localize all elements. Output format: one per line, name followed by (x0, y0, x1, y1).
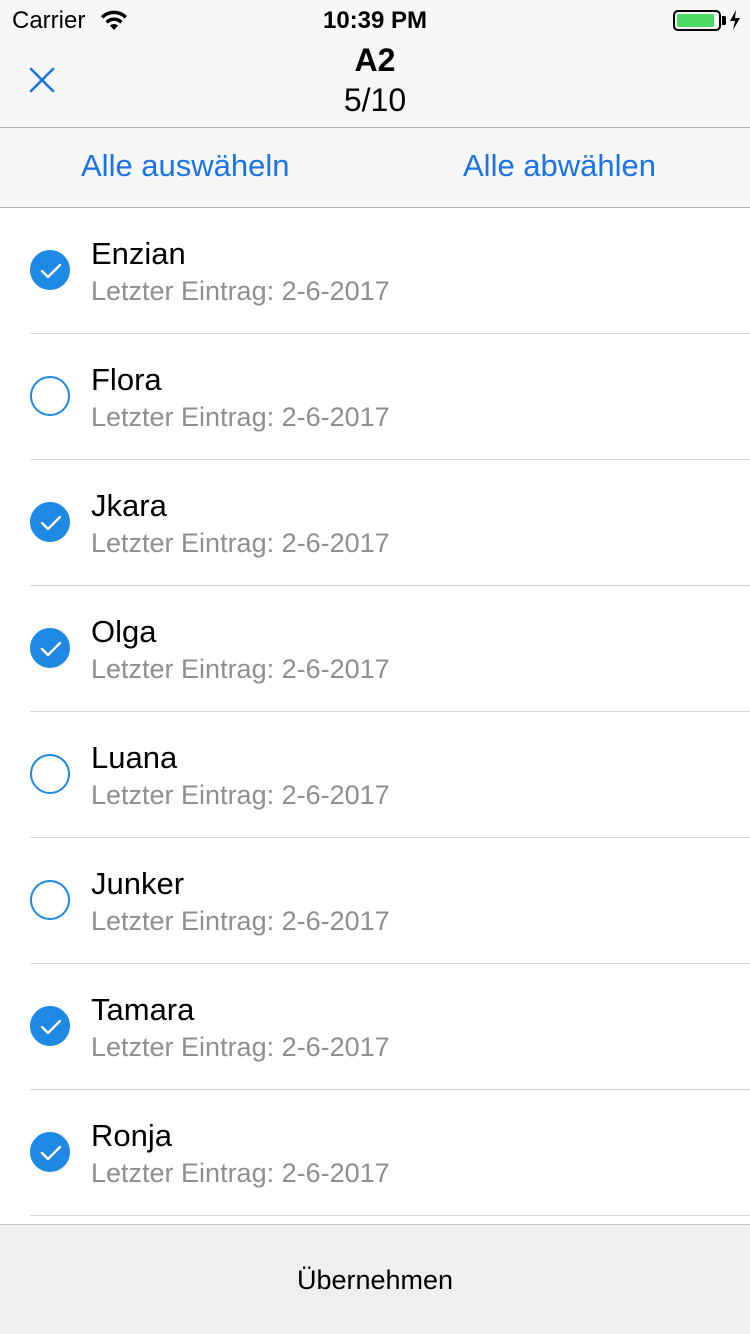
status-bar: Carrier 10:39 PM (0, 0, 750, 40)
checkmark-icon (40, 515, 62, 531)
item-name: Enzian (91, 236, 186, 271)
status-time: 10:39 PM (322, 7, 428, 34)
deselect-all-button[interactable]: Alle abwählen (463, 148, 656, 184)
checkmark-icon (40, 263, 62, 279)
list-item[interactable]: Ronja Letzter Eintrag: 2-6-2017 (0, 1090, 750, 1216)
item-name: Luana (91, 740, 178, 775)
unchecked-circle-icon[interactable] (30, 880, 70, 920)
item-name: Ronja (91, 1118, 172, 1153)
battery-tip (722, 16, 726, 25)
item-last-entry: Letzter Eintrag: 2-6-2017 (91, 1158, 390, 1188)
charging-bolt-icon (730, 10, 740, 30)
item-last-entry: Letzter Eintrag: 2-6-2017 (91, 654, 390, 684)
page-title: A2 (354, 42, 396, 78)
item-last-entry: Letzter Eintrag: 2-6-2017 (91, 528, 390, 558)
item-last-entry: Letzter Eintrag: 2-6-2017 (91, 906, 390, 936)
battery-level (677, 14, 714, 27)
list-item[interactable]: Olga Letzter Eintrag: 2-6-2017 (0, 586, 750, 712)
item-name: Olga (91, 614, 157, 649)
item-name: Junker (91, 866, 185, 901)
item-last-entry: Letzter Eintrag: 2-6-2017 (91, 780, 390, 810)
item-name: Jkara (91, 488, 167, 523)
checked-circle-icon[interactable] (30, 1006, 70, 1046)
list-item[interactable]: Junker Letzter Eintrag: 2-6-2017 (0, 838, 750, 964)
selection-toolbar: Alle auswäheln Alle abwählen (0, 128, 750, 208)
checkmark-icon (40, 641, 62, 657)
item-last-entry: Letzter Eintrag: 2-6-2017 (91, 1032, 390, 1062)
checkmark-icon (40, 1145, 62, 1161)
item-name: Flora (91, 362, 162, 397)
unchecked-circle-icon[interactable] (30, 754, 70, 794)
list-item[interactable]: Tamara Letzter Eintrag: 2-6-2017 (0, 964, 750, 1090)
item-name: Tamara (91, 992, 195, 1027)
checkmark-icon (40, 1019, 62, 1035)
apply-button[interactable]: Übernehmen (0, 1265, 750, 1296)
item-last-entry: Letzter Eintrag: 2-6-2017 (91, 402, 390, 432)
checked-circle-icon[interactable] (30, 502, 70, 542)
unchecked-circle-icon[interactable] (30, 376, 70, 416)
list-item[interactable]: Flora Letzter Eintrag: 2-6-2017 (0, 334, 750, 460)
item-list: Enzian Letzter Eintrag: 2-6-2017 Flora Letz… (0, 208, 750, 1216)
list-item[interactable]: Jkara Letzter Eintrag: 2-6-2017 (0, 460, 750, 586)
checked-circle-icon[interactable] (30, 250, 70, 290)
select-all-button[interactable]: Alle auswäheln (81, 148, 290, 184)
list-item[interactable]: Enzian Letzter Eintrag: 2-6-2017 (0, 208, 750, 334)
battery-icon (673, 10, 721, 31)
selection-count: 5/10 (343, 82, 407, 118)
checked-circle-icon[interactable] (30, 1132, 70, 1172)
nav-bar: A2 5/10 (0, 40, 750, 128)
list-item[interactable]: Luana Letzter Eintrag: 2-6-2017 (0, 712, 750, 838)
checked-circle-icon[interactable] (30, 628, 70, 668)
item-last-entry: Letzter Eintrag: 2-6-2017 (91, 276, 390, 306)
footer-bar: Übernehmen (0, 1224, 750, 1334)
